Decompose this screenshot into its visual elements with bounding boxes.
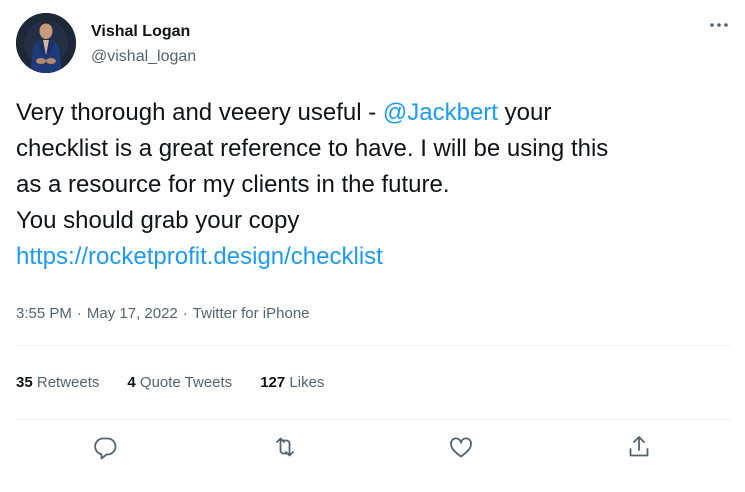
tweet-text: Very thorough and veeery useful - @Jackb… [16, 95, 731, 275]
quote-tweets-count: 4 [127, 374, 136, 391]
author-handle[interactable]: @vishal_logan [91, 47, 196, 67]
tweet-text-continued: your [497, 99, 552, 126]
like-icon[interactable] [444, 430, 478, 464]
mention-link[interactable]: @Jackbert [383, 99, 498, 126]
quote-tweets-stat[interactable]: 4 Quote Tweets [127, 373, 232, 393]
likes-label: Likes [289, 374, 325, 391]
retweet-icon[interactable] [268, 430, 302, 464]
tweet-url-link[interactable]: https://rocketprofit.design/checklist [16, 243, 383, 270]
likes-count: 127 [260, 374, 286, 391]
tweet-date[interactable]: May 17, 2022 [87, 305, 178, 322]
share-icon[interactable] [622, 430, 656, 464]
divider [16, 345, 731, 346]
more-options-icon[interactable] [707, 15, 731, 35]
engagement-stats: 35 Retweets 4 Quote Tweets 127 Likes [16, 373, 352, 393]
quote-tweets-label: Quote Tweets [139, 374, 233, 391]
tweet-actions [0, 430, 745, 464]
avatar[interactable] [16, 13, 76, 73]
tweet-text-start: Very thorough and veeery useful - [16, 99, 383, 126]
retweets-label: Retweets [36, 374, 100, 391]
tweet-detail: Vishal Logan @vishal_logan Very thorough… [0, 0, 745, 492]
tweet-time[interactable]: 3:55 PM [16, 305, 72, 322]
reply-icon[interactable] [88, 430, 122, 464]
tweet-source[interactable]: Twitter for iPhone [193, 305, 310, 322]
divider [16, 419, 731, 420]
tweet-meta: 3:55 PM · May 17, 2022 · Twitter for iPhone [16, 304, 310, 324]
retweets-count: 35 [16, 374, 33, 391]
likes-stat[interactable]: 127 Likes [260, 373, 324, 393]
avatar-image [16, 13, 76, 73]
tweet-text-body: checklist is a great reference to have. … [16, 135, 609, 234]
author-display-name[interactable]: Vishal Logan [91, 22, 196, 42]
retweets-stat[interactable]: 35 Retweets [16, 373, 99, 393]
author-names: Vishal Logan @vishal_logan [91, 22, 196, 67]
tweet-header: Vishal Logan @vishal_logan [16, 13, 731, 77]
meta-separator: · [182, 305, 188, 322]
meta-separator: · [76, 305, 82, 322]
